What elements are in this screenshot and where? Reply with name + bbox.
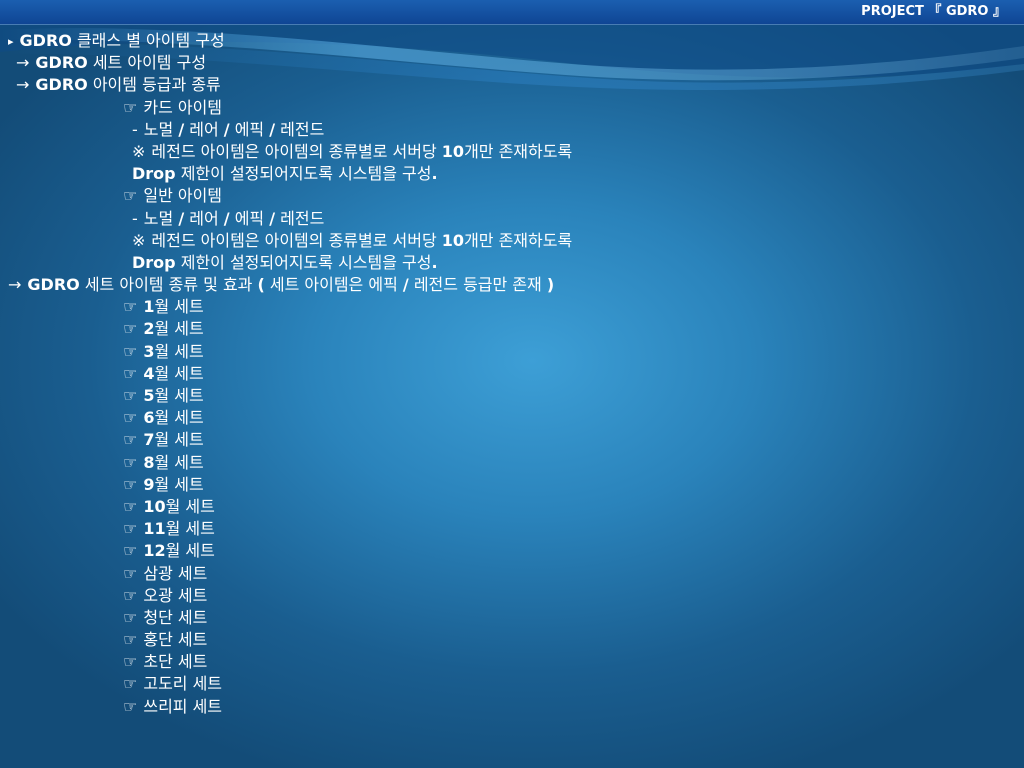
outline-text: 오광 세트 xyxy=(143,585,208,605)
outline-line: ☞ 일반 아이템 xyxy=(8,185,1018,207)
pointing-hand-icon: ☞ xyxy=(123,585,138,605)
outline-text: 레전드 아이템은 아이템의 종류별로 서버당 10개만 존재하도록 xyxy=(151,141,573,161)
outline-line: ☞ 쓰리피 세트 xyxy=(8,696,1018,718)
pointing-hand-icon: ☞ xyxy=(123,652,138,672)
outline-text: Drop 제한이 설정되어지도록 시스템을 구성. xyxy=(132,164,438,184)
pointing-hand-icon: ☞ xyxy=(123,97,138,117)
outline-line: ☞ 5월 세트 xyxy=(8,385,1018,407)
outline-line: ☞ 홍단 세트 xyxy=(8,629,1018,651)
outline-text: 11월 세트 xyxy=(143,519,215,539)
outline-line: ☞ 초단 세트 xyxy=(8,651,1018,673)
outline-text: 5월 세트 xyxy=(143,386,204,405)
outline-text: 2월 세트 xyxy=(143,319,204,339)
pointing-hand-icon: ☞ xyxy=(123,297,138,317)
pointing-hand-icon: ☞ xyxy=(123,519,138,539)
slide: PROJECT 『 GDRO 』 ▸ GDRO 클래스 별 아이템 구성 → GDRO… xyxy=(0,0,1024,768)
outline-line: ※ 레전드 아이템은 아이템의 종류별로 서버당 10개만 존재하도록 xyxy=(8,230,1018,252)
outline-line: ☞ 1월 세트 xyxy=(8,296,1018,318)
outline-line: ☞ 4월 세트 xyxy=(8,363,1018,385)
outline-text: 9월 세트 xyxy=(143,474,204,494)
outline-line: ☞ 2월 세트 xyxy=(8,318,1018,340)
outline-text: 노멀 / 레어 / 에픽 / 레전드 xyxy=(143,119,325,139)
outline-line: ☞ 3월 세트 xyxy=(8,341,1018,363)
outline-text: 고도리 세트 xyxy=(143,674,223,694)
title-bar: PROJECT 『 GDRO 』 xyxy=(0,0,1024,25)
outline-text: 1월 세트 xyxy=(143,297,204,317)
outline-line: ※ 레전드 아이템은 아이템의 종류별로 서버당 10개만 존재하도록 xyxy=(8,141,1018,163)
arrow-right-icon: → xyxy=(8,275,22,295)
pointing-hand-icon: ☞ xyxy=(123,474,138,494)
pointing-hand-icon: ☞ xyxy=(123,363,138,383)
outline-text: GDRO 아이템 등급과 종류 xyxy=(35,75,221,95)
outline-text: 7월 세트 xyxy=(143,430,204,450)
pointing-hand-icon: ☞ xyxy=(123,630,138,650)
reference-mark-icon: ※ xyxy=(132,141,146,161)
outline-text: 노멀 / 레어 / 에픽 / 레전드 xyxy=(143,208,325,228)
outline-text: 6월 세트 xyxy=(143,408,204,428)
outline-text: Drop 제한이 설정되어지도록 시스템을 구성. xyxy=(132,252,438,272)
outline-text: 4월 세트 xyxy=(143,363,204,383)
outline-text: 일반 아이템 xyxy=(143,186,223,206)
arrow-right-icon: → xyxy=(16,53,30,73)
outline-line: ☞ 10월 세트 xyxy=(8,496,1018,518)
outline-line: ▸ GDRO 클래스 별 아이템 구성 xyxy=(8,30,1018,52)
outline-text: GDRO 세트 아이템 구성 xyxy=(35,53,207,73)
pointing-hand-icon: ☞ xyxy=(123,674,138,694)
outline-text: 카드 아이템 xyxy=(143,97,223,117)
outline-line: ☞ 7월 세트 xyxy=(8,429,1018,451)
pointing-hand-icon: ☞ xyxy=(123,563,138,583)
content-list: ▸ GDRO 클래스 별 아이템 구성 → GDRO 세트 아이템 구성 → GDRO 아… xyxy=(8,30,1018,718)
pointing-hand-icon: ☞ xyxy=(123,452,138,472)
outline-line: → GDRO 아이템 등급과 종류 xyxy=(8,74,1018,96)
outline-line: ☞ 12월 세트 xyxy=(8,540,1018,562)
outline-line: Drop 제한이 설정되어지도록 시스템을 구성. xyxy=(8,252,1018,274)
outline-text: 레전드 아이템은 아이템의 종류별로 서버당 10개만 존재하도록 xyxy=(151,230,573,250)
reference-mark-icon: ※ xyxy=(132,230,146,250)
outline-line: ☞ 청단 세트 xyxy=(8,607,1018,629)
pointing-hand-icon: ☞ xyxy=(123,386,138,405)
outline-text: 삼광 세트 xyxy=(143,563,208,583)
outline-text: GDRO 클래스 별 아이템 구성 xyxy=(19,31,225,50)
arrow-right-icon: → xyxy=(16,75,30,95)
outline-text: 8월 세트 xyxy=(143,452,204,472)
pointing-hand-icon: ☞ xyxy=(123,186,138,206)
pointing-hand-icon: ☞ xyxy=(123,496,138,516)
outline-text: 초단 세트 xyxy=(143,652,208,672)
pointing-hand-icon: ☞ xyxy=(123,607,138,627)
dash-marker: - xyxy=(132,119,138,139)
outline-line: ☞ 6월 세트 xyxy=(8,407,1018,429)
outline-text: 청단 세트 xyxy=(143,607,208,627)
outline-line: ☞ 고도리 세트 xyxy=(8,673,1018,695)
bullet-triangle-icon: ▸ xyxy=(8,35,14,48)
outline-text: 12월 세트 xyxy=(143,541,215,561)
outline-line: ☞ 8월 세트 xyxy=(8,452,1018,474)
pointing-hand-icon: ☞ xyxy=(123,341,138,361)
pointing-hand-icon: ☞ xyxy=(123,696,138,716)
outline-line: - 노멀 / 레어 / 에픽 / 레전드 xyxy=(8,119,1018,141)
outline-text: GDRO 세트 아이템 종류 및 효과 ( 세트 아이템은 에픽 / 레전드 등… xyxy=(27,275,555,295)
outline-line: → GDRO 세트 아이템 종류 및 효과 ( 세트 아이템은 에픽 / 레전드 … xyxy=(8,274,1018,296)
project-title: PROJECT 『 GDRO 』 xyxy=(861,4,1006,19)
outline-line: ☞ 9월 세트 xyxy=(8,474,1018,496)
outline-text: 3월 세트 xyxy=(143,341,204,361)
outline-line: ☞ 삼광 세트 xyxy=(8,563,1018,585)
pointing-hand-icon: ☞ xyxy=(123,408,138,428)
outline-text: 10월 세트 xyxy=(143,496,215,516)
outline-line: ☞ 카드 아이템 xyxy=(8,97,1018,119)
outline-line: - 노멀 / 레어 / 에픽 / 레전드 xyxy=(8,208,1018,230)
outline-line: Drop 제한이 설정되어지도록 시스템을 구성. xyxy=(8,163,1018,185)
outline-line: → GDRO 세트 아이템 구성 xyxy=(8,52,1018,74)
outline-line: ☞ 11월 세트 xyxy=(8,518,1018,540)
outline-text: 홍단 세트 xyxy=(143,630,208,650)
pointing-hand-icon: ☞ xyxy=(123,541,138,561)
outline-line: ☞ 오광 세트 xyxy=(8,585,1018,607)
pointing-hand-icon: ☞ xyxy=(123,430,138,450)
dash-marker: - xyxy=(132,208,138,228)
outline-text: 쓰리피 세트 xyxy=(143,696,223,716)
pointing-hand-icon: ☞ xyxy=(123,319,138,339)
